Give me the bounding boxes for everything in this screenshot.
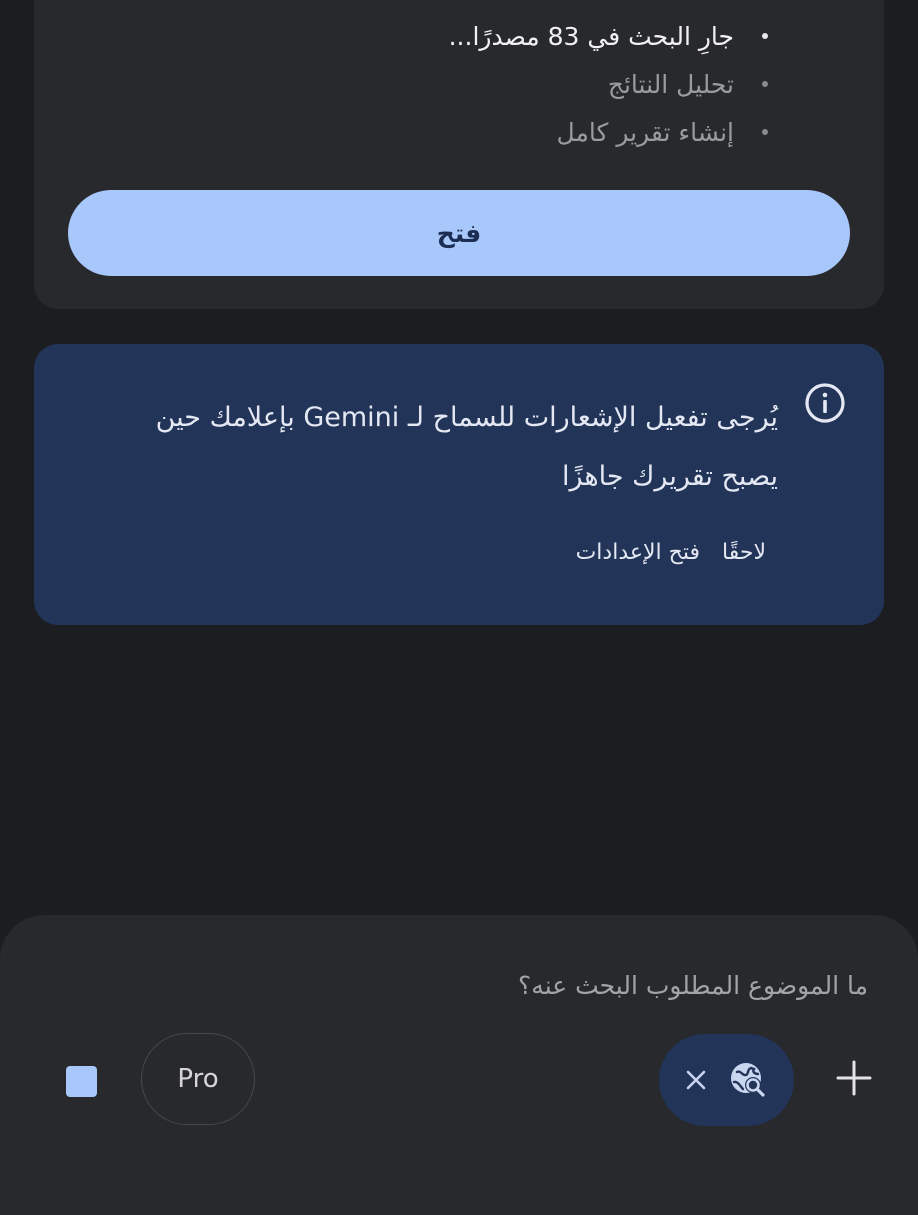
stop-icon[interactable] <box>66 1066 97 1097</box>
prompt-placeholder: ما الموضوع المطلوب البحث عنه؟ <box>518 971 868 1000</box>
research-step-report: إنشاء تقرير كامل <box>449 108 768 156</box>
research-steps-list: جارِ البحث في 83 مصدرًا... تحليل النتائج… <box>448 12 768 156</box>
info-icon <box>805 383 845 423</box>
step-label: تحليل النتائج <box>607 69 734 99</box>
bullet-icon <box>762 129 768 135</box>
prompt-input[interactable]: ما الموضوع المطلوب البحث عنه؟ <box>168 971 868 1000</box>
research-step-searching: جارِ البحث في 83 مصدرًا... <box>448 12 768 60</box>
composer-panel: ما الموضوع المطلوب البحث عنه؟ Pro <box>0 915 918 1215</box>
later-button[interactable]: لاحقًا <box>722 540 766 565</box>
open-settings-button[interactable]: فتح الإعدادات <box>576 540 700 565</box>
step-label: إنشاء تقرير كامل <box>556 117 734 147</box>
bullet-icon <box>762 81 768 87</box>
deep-research-globe-icon <box>731 1063 765 1097</box>
model-label: Pro <box>177 1064 219 1094</box>
plus-icon[interactable] <box>834 1058 874 1098</box>
bullet-icon <box>762 33 768 39</box>
research-icon <box>770 0 860 26</box>
notification-prompt-card: يُرجى تفعيل الإشعارات للسماح لـ Gemini ب… <box>34 344 884 625</box>
model-selector-button[interactable]: Pro <box>141 1033 255 1125</box>
notification-message: يُرجى تفعيل الإشعارات للسماح لـ Gemini ب… <box>155 402 778 492</box>
step-label: جارِ البحث في 83 مصدرًا... <box>448 21 734 51</box>
open-button[interactable]: فتح <box>68 190 850 276</box>
research-step-analyzing: تحليل النتائج <box>449 60 768 108</box>
close-icon[interactable] <box>685 1069 707 1091</box>
notification-actions: لاحقًا فتح الإعدادات <box>576 540 766 565</box>
research-progress-card: جارِ البحث في 83 مصدرًا... تحليل النتائج… <box>34 0 884 309</box>
deep-research-tool-chip[interactable] <box>659 1034 794 1126</box>
